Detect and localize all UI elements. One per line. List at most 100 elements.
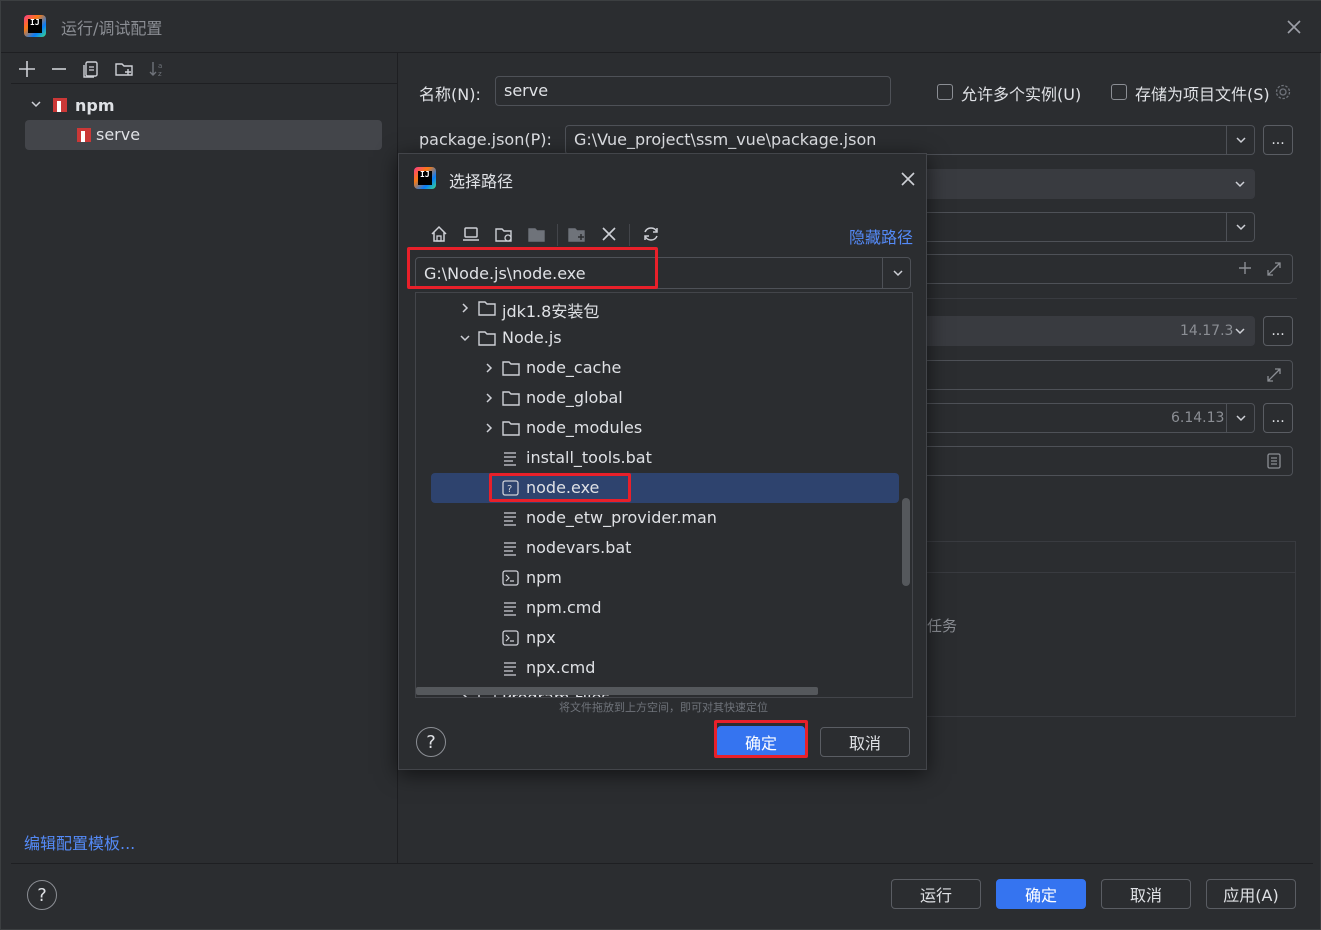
tree-file-row[interactable]: npx.cmd: [416, 653, 896, 683]
browse-button[interactable]: ...: [1263, 125, 1293, 155]
tree-group-npm[interactable]: npm: [53, 93, 115, 117]
allow-multiple-checkbox[interactable]: [937, 84, 953, 100]
svg-text:z: z: [158, 70, 162, 78]
text-file-icon: [502, 540, 520, 556]
close-window-icon[interactable]: [1284, 17, 1304, 37]
tree-row-label: npx.cmd: [526, 658, 596, 677]
environment-field[interactable]: [901, 446, 1293, 476]
intellij-app-icon: IJ: [414, 167, 436, 189]
tree-folder-row[interactable]: jdk1.8安装包: [416, 293, 896, 323]
chevron-down-icon[interactable]: [458, 331, 472, 345]
folder-icon: [478, 300, 496, 316]
browse-button[interactable]: ...: [1263, 316, 1293, 346]
panel-divider: [902, 572, 1295, 573]
apply-button[interactable]: 应用(A): [1206, 879, 1296, 909]
folder-icon: [502, 420, 520, 436]
scripts-field[interactable]: [901, 212, 1255, 242]
tree-file-row[interactable]: nodevars.bat: [416, 533, 896, 563]
name-field[interactable]: serve: [495, 76, 891, 106]
chevron-right-icon[interactable]: [482, 421, 496, 435]
add-icon[interactable]: [1237, 260, 1253, 276]
expand-icon[interactable]: [1265, 366, 1283, 384]
folder-icon: [502, 390, 520, 406]
tree-file-row[interactable]: npx: [416, 623, 896, 653]
tree-folder-row[interactable]: node_global: [416, 383, 896, 413]
tree-folder-row[interactable]: node_cache: [416, 353, 896, 383]
chevron-down-icon[interactable]: [1226, 212, 1254, 242]
tree-file-row[interactable]: npm.cmd: [416, 593, 896, 623]
close-icon[interactable]: [899, 170, 917, 188]
config-list-panel: az npm serve 编辑配置模板...: [11, 53, 398, 863]
chevron-down-icon[interactable]: [1226, 125, 1254, 155]
tree-folder-row[interactable]: node_modules: [416, 413, 896, 443]
highlight-ok-box: [714, 720, 808, 758]
tree-row-label: npm: [526, 568, 562, 587]
arguments-field[interactable]: [901, 254, 1293, 284]
before-launch-panel: 任务: [901, 541, 1296, 717]
module-folder-icon[interactable]: [527, 224, 547, 244]
folder-icon: [502, 360, 520, 376]
help-icon[interactable]: ?: [27, 880, 57, 910]
cancel-button[interactable]: 取消: [1101, 879, 1191, 909]
title-bar: IJ 运行/调试配置: [1, 1, 1321, 53]
package-json-field[interactable]: G:\Vue_project\ssm_vue\package.json: [565, 125, 1255, 155]
tree-row-label: node_modules: [526, 418, 643, 437]
chevron-down-icon[interactable]: [1226, 403, 1254, 433]
vertical-scrollbar[interactable]: [902, 498, 910, 586]
package-json-label: package.json(P):: [419, 130, 552, 149]
horizontal-scrollbar[interactable]: [416, 687, 818, 695]
tree-row-label: node_global: [526, 388, 623, 407]
highlight-path-box: [407, 247, 658, 289]
remove-icon[interactable]: [48, 58, 70, 80]
new-folder-icon[interactable]: [113, 58, 135, 80]
chevron-right-icon[interactable]: [482, 361, 496, 375]
run-button[interactable]: 运行: [891, 879, 981, 909]
gear-icon[interactable]: [1274, 83, 1292, 101]
new-folder-icon[interactable]: [567, 224, 587, 244]
dialog-cancel-button[interactable]: 取消: [820, 727, 910, 757]
tree-item-label: serve: [96, 125, 141, 144]
command-field[interactable]: [901, 169, 1255, 199]
npm-icon: [77, 128, 91, 142]
tree-file-row[interactable]: npm: [416, 563, 896, 593]
tree-group-label: npm: [75, 95, 115, 115]
chevron-right-icon[interactable]: [458, 301, 472, 315]
help-icon[interactable]: ?: [416, 727, 446, 757]
refresh-icon[interactable]: [641, 224, 661, 244]
expand-icon[interactable]: [1265, 260, 1283, 278]
text-file-icon: [502, 450, 520, 466]
tree-folder-row[interactable]: Node.js: [416, 323, 896, 353]
tree-file-row[interactable]: node_etw_provider.man: [416, 503, 896, 533]
intellij-app-icon: IJ: [24, 15, 46, 37]
hide-path-link[interactable]: 隐藏路径: [849, 224, 913, 248]
node-options-field[interactable]: [901, 360, 1293, 390]
chevron-down-icon[interactable]: [882, 258, 912, 288]
sort-icon[interactable]: az: [146, 58, 168, 80]
delete-icon[interactable]: [599, 224, 619, 244]
copy-icon[interactable]: [80, 58, 102, 80]
add-icon[interactable]: [16, 58, 38, 80]
chevron-down-icon[interactable]: [29, 97, 43, 111]
edit-config-templates-link[interactable]: 编辑配置模板...: [24, 830, 135, 854]
bottom-bar: ? 运行 确定 取消 应用(A): [11, 863, 1313, 921]
home-icon[interactable]: [429, 224, 449, 244]
tree-row-label: install_tools.bat: [526, 448, 652, 467]
text-file-icon: [502, 510, 520, 526]
ok-button[interactable]: 确定: [996, 879, 1086, 909]
tree-row-label: nodevars.bat: [526, 538, 632, 557]
toolbar-divider: [11, 83, 398, 84]
toolbar-separator: [629, 224, 630, 246]
desktop-icon[interactable]: [461, 224, 481, 244]
tree-file-row[interactable]: install_tools.bat: [416, 443, 896, 473]
project-folder-icon[interactable]: [494, 224, 514, 244]
tree-file-row[interactable]: ? node.exe: [416, 473, 896, 503]
chevron-down-icon[interactable]: [1226, 169, 1254, 199]
chevron-down-icon[interactable]: [1226, 316, 1254, 346]
store-as-file-checkbox[interactable]: [1111, 84, 1127, 100]
toolbar-separator: [557, 224, 558, 246]
svg-text:a: a: [158, 62, 162, 70]
document-icon[interactable]: [1265, 452, 1283, 470]
chevron-right-icon[interactable]: [482, 391, 496, 405]
tree-item-serve[interactable]: serve: [25, 120, 382, 150]
browse-button[interactable]: ...: [1263, 403, 1293, 433]
